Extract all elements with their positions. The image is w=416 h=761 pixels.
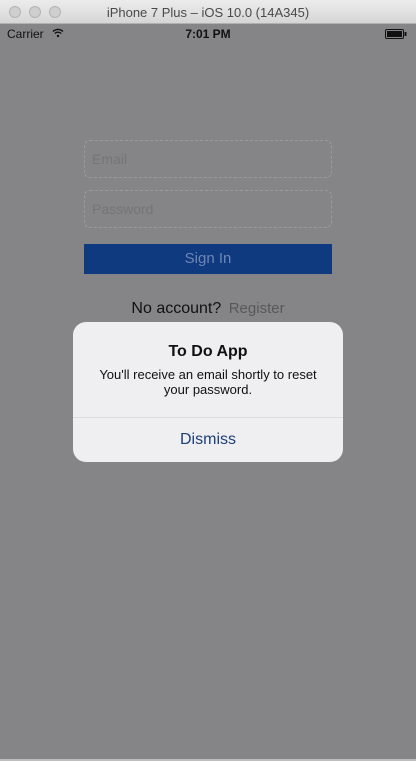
register-row: No account? Register xyxy=(0,300,416,318)
dismiss-button[interactable]: Dismiss xyxy=(73,418,343,462)
alert-message: You'll receive an email shortly to reset… xyxy=(99,367,317,397)
status-time: 7:01 PM xyxy=(185,27,231,41)
window-title: iPhone 7 Plus – iOS 10.0 (14A345) xyxy=(106,5,310,20)
simulator-window: iPhone 7 Plus – iOS 10.0 (14A345) Carrie… xyxy=(0,0,416,761)
window-titlebar: iPhone 7 Plus – iOS 10.0 (14A345) xyxy=(0,0,416,24)
password-field[interactable] xyxy=(84,190,332,228)
register-link[interactable]: Register xyxy=(229,300,285,317)
sign-in-button[interactable]: Sign In xyxy=(84,244,332,274)
email-field[interactable] xyxy=(84,140,332,178)
alert-title: To Do App xyxy=(168,343,248,360)
battery-icon xyxy=(385,29,407,39)
alert-dialog: To Do App You'll receive an email shortl… xyxy=(73,322,343,462)
no-account-label: No account? xyxy=(131,300,222,317)
status-bar: Carrier 7:01 PM xyxy=(0,24,416,44)
